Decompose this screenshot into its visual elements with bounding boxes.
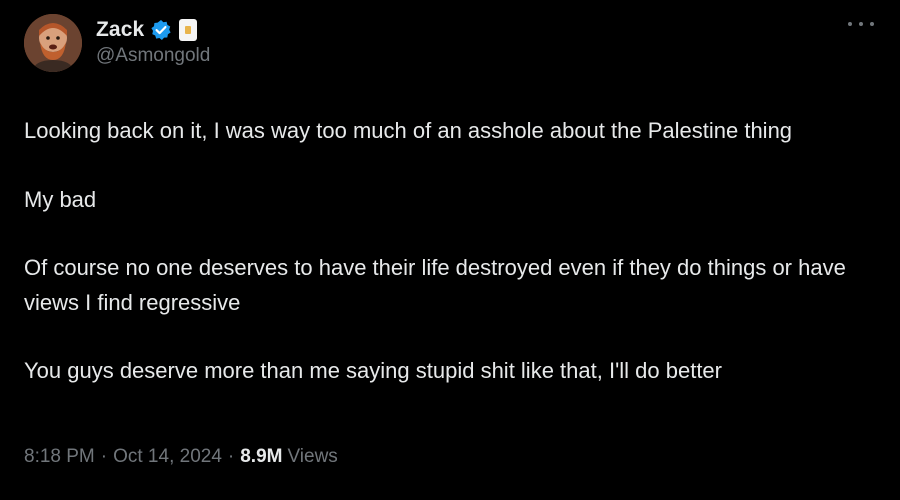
name-row: Zack — [96, 17, 210, 43]
tweet-meta: 8:18 PM · Oct 14, 2024 · 8.9M Views — [24, 446, 338, 468]
more-options-icon[interactable] — [848, 14, 874, 34]
tweet-paragraph: Looking back on it, I was way too much o… — [24, 118, 793, 143]
tweet-paragraph: You guys deserve more than me saying stu… — [24, 358, 722, 383]
tweet-paragraph: My bad — [24, 186, 97, 212]
tweet-date[interactable]: Oct 14, 2024 — [113, 446, 222, 468]
meta-separator: · — [227, 446, 235, 467]
views-count[interactable]: 8.9M — [240, 446, 282, 468]
avatar[interactable] — [24, 14, 82, 72]
meta-separator: · — [100, 446, 108, 467]
more-dot — [859, 22, 863, 26]
avatar-image — [24, 14, 82, 72]
tweet-card: Zack @Asmongold Looking back on it, I wa… — [0, 0, 900, 500]
more-dot — [848, 22, 852, 26]
author-handle[interactable]: @Asmongold — [96, 45, 210, 67]
tweet-time[interactable]: 8:18 PM — [24, 446, 95, 468]
author-identity: Zack @Asmongold — [96, 14, 210, 67]
verified-badge-icon — [150, 19, 172, 41]
tweet-paragraph: Of course no one deserves to have their … — [24, 255, 846, 315]
more-dot — [870, 22, 874, 26]
tweet-header: Zack @Asmongold — [24, 14, 876, 76]
affiliation-badge-icon[interactable] — [179, 19, 198, 41]
tweet-text: Looking back on it, I was way too much o… — [24, 114, 876, 389]
author-display-name[interactable]: Zack — [96, 18, 144, 42]
views-label: Views — [287, 446, 338, 467]
